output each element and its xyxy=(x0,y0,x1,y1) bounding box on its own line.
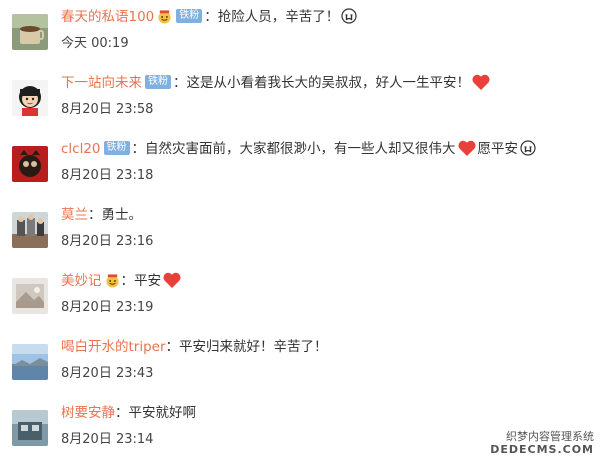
fan-badge: 铁粉 xyxy=(145,75,171,89)
comment-text: ：平安就好啊 xyxy=(115,405,196,421)
fan-badge: 铁粉 xyxy=(103,141,130,155)
avatar[interactable] xyxy=(12,212,48,248)
watermark-line1: 织梦内容管理系统 xyxy=(506,430,594,443)
comment-text: ：抢险人员，辛苦了！ xyxy=(204,9,340,25)
fan-badge: 铁粉 xyxy=(176,9,203,23)
heart-icon xyxy=(457,139,477,157)
comment-text: ：平安 xyxy=(120,273,162,289)
comment-text: ：勇士。 xyxy=(88,207,142,223)
username-link[interactable]: 喝白开水的triper xyxy=(61,339,166,355)
comment-time: 8月20日 23:58 xyxy=(61,102,154,117)
crying-face-icon xyxy=(520,140,536,156)
comment-time: 8月20日 23:43 xyxy=(61,366,154,381)
comment-text-tail: 愿平安 xyxy=(477,141,519,157)
comment-item: 下一站向未来 铁粉 ：这是从小看着我长大的吴叔叔，好人一生平安！ 8月20日 23:… xyxy=(0,66,600,133)
comment-text: ：自然灾害面前，大家都很渺小，有一些人却又很伟大 xyxy=(131,141,456,157)
comment-time: 8月20日 23:18 xyxy=(61,168,154,183)
heart-icon xyxy=(471,73,491,91)
comment-list: 春天的私语100 铁粉 ：抢险人员，辛苦了！ 今天 00:19 下一站向未来 铁粉 ：这… xyxy=(0,0,600,461)
vip-emoji-icon xyxy=(157,9,172,24)
username-link[interactable]: clcl20 xyxy=(61,141,101,157)
avatar[interactable] xyxy=(12,410,48,446)
avatar[interactable] xyxy=(12,344,48,380)
comment-text: ：平安归来就好！辛苦了！ xyxy=(165,339,328,355)
comment-time: 8月20日 23:14 xyxy=(61,432,154,447)
comment-time: 今天 00:19 xyxy=(61,36,129,51)
username-link[interactable]: 春天的私语100 xyxy=(61,9,154,25)
watermark: 织梦内容管理系统 DEDECMS.COM xyxy=(490,430,594,456)
watermark-line2: DEDECMS.COM xyxy=(490,443,594,456)
avatar[interactable] xyxy=(12,14,48,50)
username-link[interactable]: 树要安静 xyxy=(61,405,115,421)
comment-item: 春天的私语100 铁粉 ：抢险人员，辛苦了！ 今天 00:19 xyxy=(0,0,600,67)
comment-item: clcl20 铁粉 ：自然灾害面前，大家都很渺小，有一些人却又很伟大 愿平安 8月20… xyxy=(0,132,600,199)
comment-time: 8月20日 23:16 xyxy=(61,234,154,249)
heart-icon xyxy=(162,271,182,289)
crying-face-icon xyxy=(341,8,357,24)
username-link[interactable]: 莫兰 xyxy=(61,207,88,223)
username-link[interactable]: 下一站向未来 xyxy=(61,75,142,91)
comment-item: 喝白开水的triper：平安归来就好！辛苦了！ 8月20日 23:43 xyxy=(0,330,600,397)
comment-item: 美妙记 ：平安 8月20日 23:19 xyxy=(0,264,600,331)
avatar[interactable] xyxy=(12,278,48,314)
comment-item: 莫兰：勇士。 8月20日 23:16 xyxy=(0,198,600,265)
avatar[interactable] xyxy=(12,146,48,182)
avatar[interactable] xyxy=(12,80,48,116)
username-link[interactable]: 美妙记 xyxy=(61,273,102,289)
comment-text: ：这是从小看着我长大的吴叔叔，好人一生平安！ xyxy=(173,75,470,91)
comment-time: 8月20日 23:19 xyxy=(61,300,154,315)
vip-emoji-icon xyxy=(105,273,120,288)
